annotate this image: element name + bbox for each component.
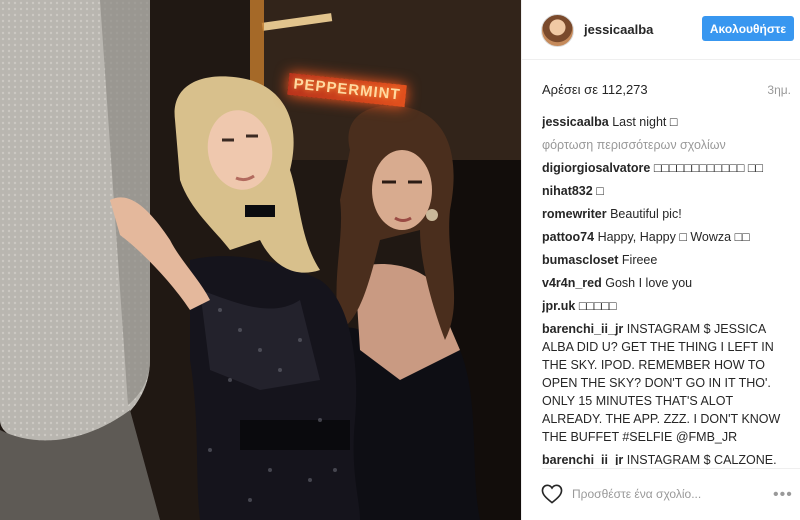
comment-text: Gosh I love you	[605, 276, 693, 290]
load-more-comments-link[interactable]: φόρτωση περισσότερων σχολίων	[542, 136, 792, 154]
comment-username[interactable]: bumascloset	[542, 253, 618, 267]
comment-item: nihat832 □	[542, 182, 792, 200]
comments-list: jessicaalba Last night □ φόρτωση περισσό…	[542, 113, 792, 465]
comment-username[interactable]: barenchi_ii_jr	[542, 453, 623, 465]
comment-text: Happy, Happy □ Wowza □□	[597, 230, 750, 244]
comment-item: jpr.uk □□□□□	[542, 297, 792, 315]
comment-username[interactable]: pattoo74	[542, 230, 594, 244]
comment-username[interactable]: nihat832	[542, 184, 593, 198]
comment-text: Last night □	[612, 115, 678, 129]
comment-text: □	[596, 184, 604, 198]
comment-item: barenchi_ii_jr INSTAGRAM $ JESSICA ALBA …	[542, 320, 792, 446]
add-comment-input[interactable]	[572, 484, 762, 504]
comment-username[interactable]: romewriter	[542, 207, 607, 221]
post-photo[interactable]: PEPPERMINT	[0, 0, 521, 520]
post-side-panel: jessicaalba Ακολουθήστε Αρέσει σε 112,27…	[521, 0, 800, 520]
comment-footer: •••	[522, 470, 800, 520]
comment-username[interactable]: jpr.uk	[542, 299, 575, 313]
comment-username[interactable]: digiorgiosalvatore	[542, 161, 650, 175]
comment-item: romewriter Beautiful pic!	[542, 205, 792, 223]
comment-text: Fireee	[621, 253, 658, 267]
comment-item: pattoo74 Happy, Happy □ Wowza □□	[542, 228, 792, 246]
follow-button[interactable]: Ακολουθήστε	[702, 16, 794, 41]
comment-item: barenchi_ii_jr INSTAGRAM $ CALZONE. ZHOP…	[542, 451, 792, 465]
likes-count[interactable]: Αρέσει σε 112,273	[542, 82, 648, 97]
avatar[interactable]	[541, 14, 574, 47]
footer-divider	[542, 468, 800, 469]
comment-username[interactable]: barenchi_ii_jr	[542, 322, 623, 336]
more-options-icon[interactable]: •••	[773, 486, 793, 504]
comment-username[interactable]: v4r4n_red	[542, 276, 602, 290]
photo-illustration	[0, 0, 521, 520]
comment-text: Beautiful pic!	[610, 207, 682, 221]
header-username[interactable]: jessicaalba	[584, 22, 653, 37]
post-time[interactable]: 3ημ.	[767, 83, 791, 97]
comment-item: bumascloset Fireee	[542, 251, 792, 269]
comment-username[interactable]: jessicaalba	[542, 115, 609, 129]
likes-row: Αρέσει σε 112,273 3ημ.	[542, 82, 797, 100]
comment-text: INSTAGRAM $ JESSICA ALBA DID U? GET THE …	[542, 322, 781, 444]
comment-item: v4r4n_red Gosh I love you	[542, 274, 792, 292]
comment-item: digiorgiosalvatore □□□□□□□□□□□□ □□	[542, 159, 792, 177]
comment-text: □□□□□□□□□□□□ □□	[653, 161, 764, 175]
post-header: jessicaalba Ακολουθήστε	[522, 0, 800, 60]
caption: jessicaalba Last night □	[542, 113, 792, 131]
comment-text: □□□□□	[578, 299, 617, 313]
heart-icon[interactable]	[541, 484, 563, 504]
